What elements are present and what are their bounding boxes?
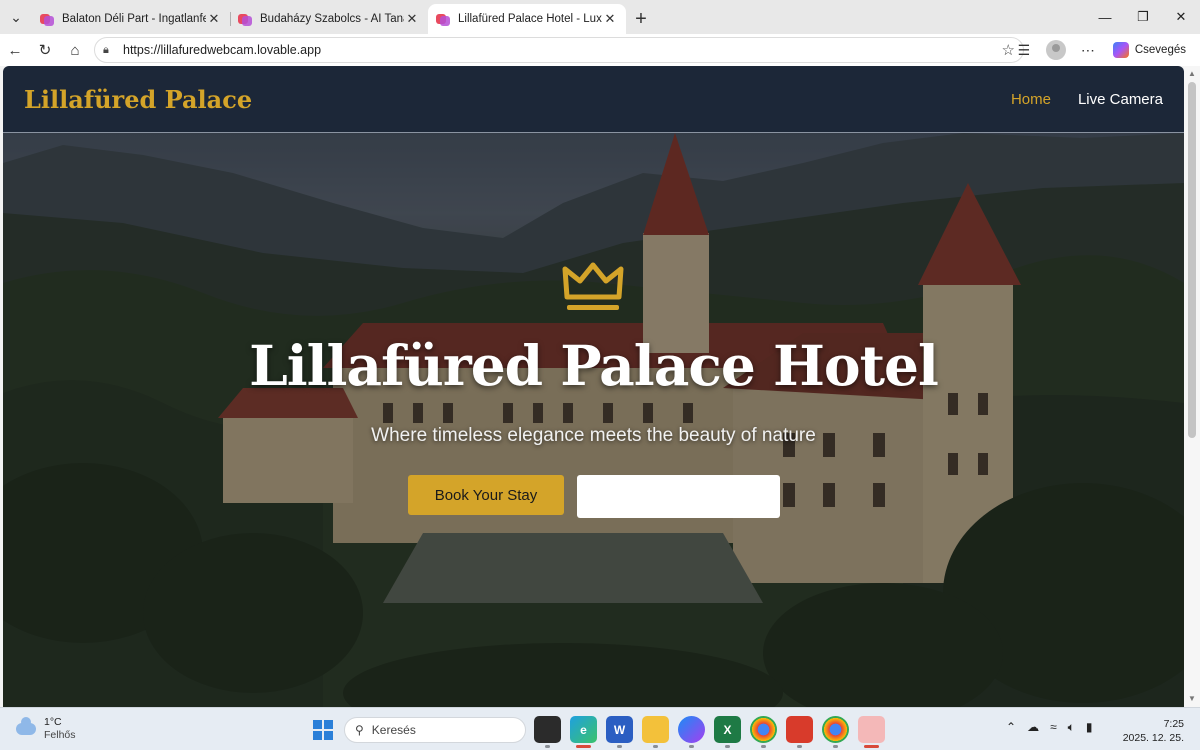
book-your-stay-button[interactable]: Book Your Stay	[408, 475, 564, 515]
search-icon: ⚲	[355, 723, 364, 737]
lovable-favicon-icon	[238, 12, 252, 26]
copilot-label: Csevegés	[1134, 44, 1186, 56]
tab-title: Balaton Déli Part - Ingatlanfejleszt	[62, 13, 206, 25]
favorites-list-icon[interactable]: ☰	[1011, 37, 1037, 63]
new-tab-icon[interactable]: +	[626, 4, 656, 34]
excel-icon[interactable]: X	[714, 716, 741, 748]
more-options-icon[interactable]: ⋯	[1075, 37, 1101, 63]
hero-subtitle: Where timeless elegance meets the beauty…	[371, 425, 816, 446]
close-window-icon[interactable]: ✕	[1162, 0, 1200, 34]
nav-live-camera-link[interactable]: Live Camera	[1078, 91, 1163, 108]
clock-time: 7:25	[1163, 718, 1184, 730]
home-icon[interactable]: ⌂	[60, 35, 90, 65]
page-scrollbar[interactable]: ▲ ▼	[1184, 66, 1200, 707]
toolbar-right: ☰ ⋯ Csevegés	[1011, 36, 1192, 64]
view-live-camera-button[interactable]: View Live Camera	[577, 475, 780, 518]
brand-logo-text[interactable]: Lillafüred Palace	[24, 85, 252, 114]
url-text: https://lillafuredwebcam.lovable.app	[123, 43, 322, 57]
file-explorer-icon[interactable]	[642, 716, 669, 748]
tab-close-icon[interactable]: ✕	[602, 11, 618, 27]
tab-actions-menu-icon[interactable]: ⌄	[0, 0, 32, 34]
lovable-favicon-icon	[40, 12, 54, 26]
lovable-favicon-icon	[436, 12, 450, 26]
browser-tab[interactable]: Budaházy Szabolcs - AI Tanácsadó ✕	[230, 4, 428, 34]
chrome-icon[interactable]	[822, 716, 849, 748]
system-clock[interactable]: 7:25 2025. 12. 25.	[1123, 717, 1184, 745]
show-hidden-icons-icon[interactable]: ⌃	[1006, 720, 1016, 735]
weather-widget[interactable]: 1°C Felhős	[16, 716, 76, 742]
volume-muted-icon[interactable]: 🔈︎	[1068, 720, 1075, 735]
lock-icon[interactable]: 🔒︎	[103, 44, 119, 57]
windows-start-icon[interactable]	[313, 720, 333, 740]
messenger-icon[interactable]	[678, 716, 705, 748]
chrome-profile-icon[interactable]	[750, 716, 777, 748]
profile-icon[interactable]	[1043, 37, 1069, 63]
calculator-icon[interactable]	[858, 716, 885, 748]
refresh-icon[interactable]: ↻	[30, 35, 60, 65]
url-field[interactable]: 🔒︎ https://lillafuredwebcam.lovable.app …	[94, 37, 1024, 63]
window-controls: — ❐ ✕	[1086, 0, 1200, 34]
page-viewport: Lillafüred Palace Home Live Camera Lilla…	[3, 66, 1184, 707]
weather-condition: Felhős	[44, 729, 76, 741]
browser-tab-bar: ⌄ Balaton Déli Part - Ingatlanfejleszt ✕…	[0, 0, 1200, 34]
task-view-icon[interactable]	[534, 716, 561, 748]
battery-icon[interactable]: ▮	[1086, 720, 1093, 735]
scroll-up-icon[interactable]: ▲	[1187, 69, 1197, 78]
copilot-icon	[1112, 42, 1129, 58]
tab-close-icon[interactable]: ✕	[404, 11, 420, 27]
tab-close-icon[interactable]: ✕	[206, 11, 222, 27]
site-header: Lillafüred Palace Home Live Camera	[3, 66, 1184, 133]
clock-date: 2025. 12. 25.	[1122, 732, 1184, 744]
search-placeholder: Keresés	[371, 723, 416, 737]
minimize-icon[interactable]: —	[1086, 0, 1124, 34]
browser-tab[interactable]: Balaton Déli Part - Ingatlanfejleszt ✕	[32, 4, 230, 34]
scroll-thumb[interactable]	[1188, 82, 1196, 438]
tab-title: Lillafüred Palace Hotel - Luxury He	[458, 13, 602, 25]
nav-home-link[interactable]: Home	[1011, 91, 1051, 108]
windows-taskbar: 1°C Felhős ⚲ Keresés e W X ⌃ ☁ ≈ 🔈︎ ▮ 7:…	[0, 707, 1200, 750]
hero-title: Lillafüred Palace Hotel	[249, 333, 939, 398]
weather-temperature: 1°C	[44, 716, 62, 728]
cloud-icon	[16, 717, 36, 735]
acrobat-icon[interactable]	[786, 716, 813, 748]
site-nav: Home Live Camera	[1011, 91, 1163, 108]
edge-icon[interactable]: e	[570, 716, 597, 748]
back-icon[interactable]: ←	[0, 35, 30, 65]
hero-content: Lillafüred Palace Hotel Where timeless e…	[3, 133, 1184, 707]
crown-icon	[562, 262, 624, 310]
scroll-down-icon[interactable]: ▼	[1187, 694, 1197, 703]
system-tray: ⌃ ☁ ≈ 🔈︎ ▮	[1006, 720, 1092, 735]
taskbar-search[interactable]: ⚲ Keresés	[344, 717, 526, 743]
wifi-icon[interactable]: ≈	[1050, 720, 1057, 735]
hero-section: Lillafüred Palace Hotel Where timeless e…	[3, 133, 1184, 707]
network-icon[interactable]: ☁	[1027, 720, 1039, 735]
word-icon[interactable]: W	[606, 716, 633, 748]
copilot-button[interactable]: Csevegés	[1107, 42, 1192, 58]
restore-icon[interactable]: ❐	[1124, 0, 1162, 34]
address-bar-row: ← ↻ ⌂ 🔒︎ https://lillafuredwebcam.lovabl…	[0, 34, 1200, 66]
tab-title: Budaházy Szabolcs - AI Tanácsadó	[260, 13, 404, 25]
browser-tab-active[interactable]: Lillafüred Palace Hotel - Luxury He ✕	[428, 4, 626, 34]
taskbar-apps: e W X	[534, 716, 885, 748]
